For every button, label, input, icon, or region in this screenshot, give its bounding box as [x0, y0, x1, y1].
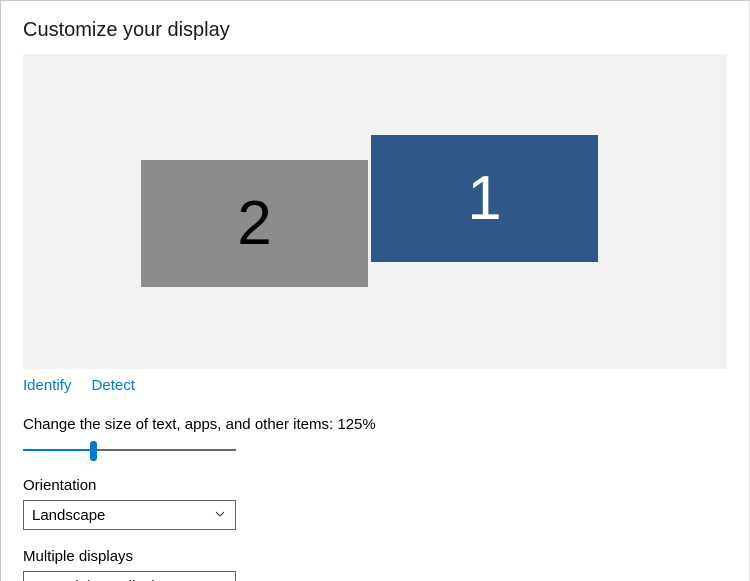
orientation-dropdown[interactable]: Landscape — [23, 500, 236, 530]
chevron-down-icon — [215, 509, 225, 519]
slider-thumb[interactable] — [90, 441, 97, 461]
page-title: Customize your display — [1, 1, 749, 42]
multiple-displays-value: Extend these displays — [32, 578, 227, 581]
scaling-slider[interactable] — [23, 443, 236, 459]
scaling-value: 125% — [337, 416, 375, 433]
orientation-label: Orientation — [23, 477, 749, 494]
display-arrangement-area[interactable]: 2 1 — [23, 54, 727, 369]
detect-link[interactable]: Detect — [92, 377, 135, 394]
multiple-displays-dropdown[interactable]: Extend these displays — [23, 571, 236, 581]
orientation-value: Landscape — [32, 507, 227, 524]
slider-fill — [23, 449, 93, 451]
identify-link[interactable]: Identify — [23, 377, 71, 394]
scaling-label: Change the size of text, apps, and other… — [23, 416, 749, 433]
multiple-displays-label: Multiple displays — [23, 548, 749, 565]
monitor-1[interactable]: 1 — [371, 135, 598, 262]
monitor-2[interactable]: 2 — [141, 160, 368, 287]
scaling-label-text: Change the size of text, apps, and other… — [23, 416, 337, 433]
